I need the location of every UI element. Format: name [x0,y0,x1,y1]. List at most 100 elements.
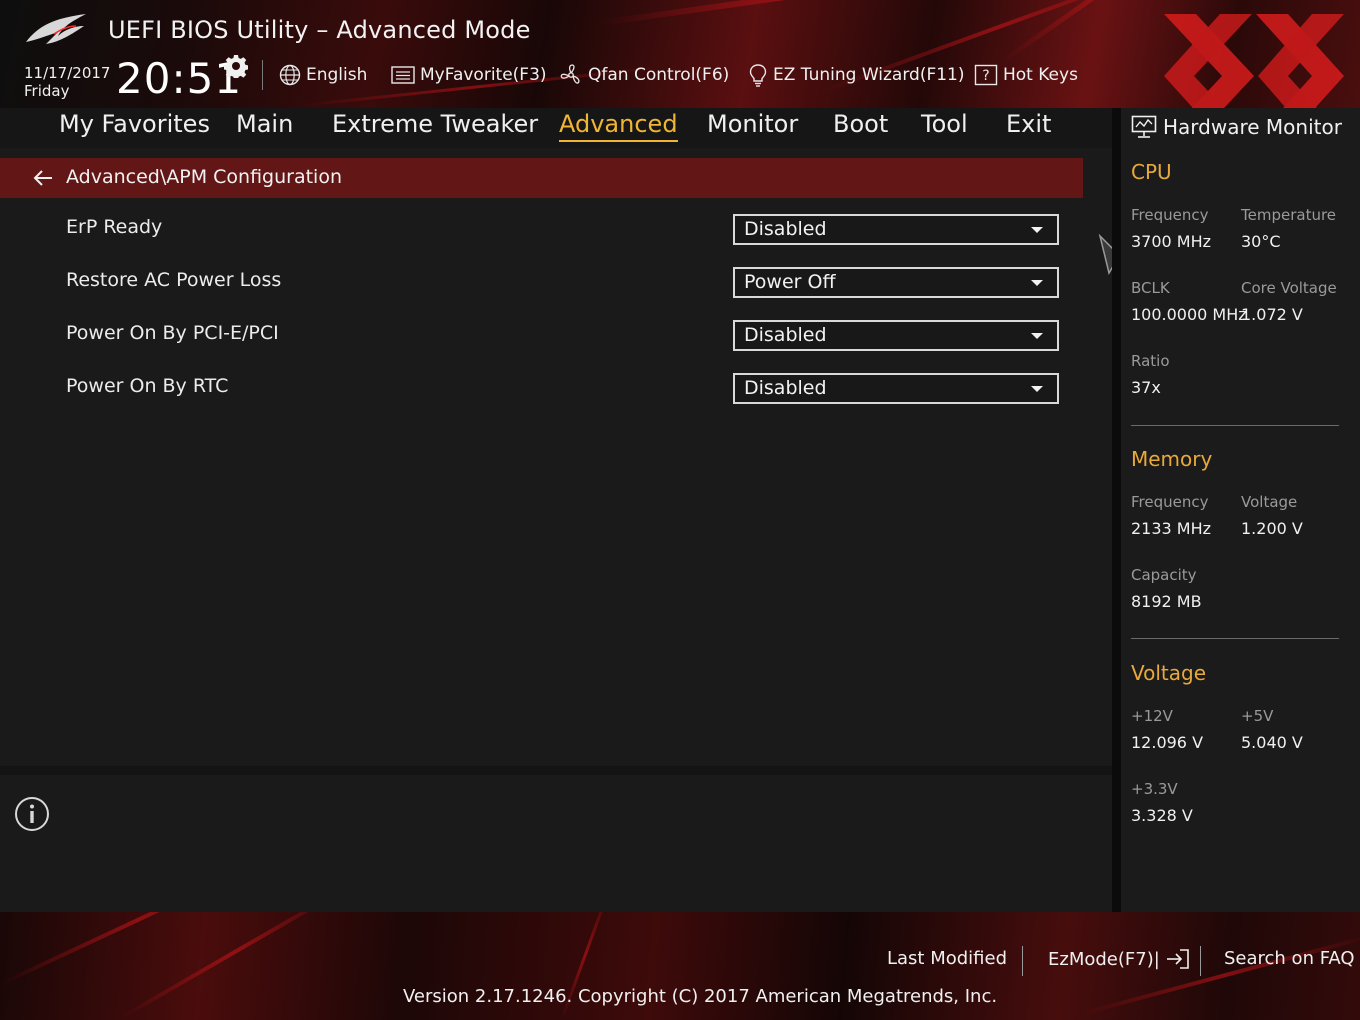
memory-frequency-value: 2133 MHz [1131,519,1212,538]
app-title: UEFI BIOS Utility – Advanced Mode [108,16,531,44]
voltage-5v-value: 5.040 V [1241,733,1303,752]
power-on-by-pcie-dropdown[interactable]: Disabled [733,320,1059,351]
tab-main[interactable]: Main [236,110,293,140]
lightbulb-icon [749,64,767,87]
top-header: UEFI BIOS Utility – Advanced Mode 11/17/… [0,0,1360,108]
ez-tuning-wizard-label: EZ Tuning Wizard(F11) [773,65,965,85]
cpu-core-voltage-label: Core Voltage [1241,279,1337,297]
tab-advanced[interactable]: Advanced [559,110,678,142]
cpu-bclk-value: 100.0000 MHz [1131,305,1247,324]
tab-my-favorites[interactable]: My Favorites [59,110,210,140]
tab-exit[interactable]: Exit [1006,110,1051,140]
hardware-monitor-title: Hardware Monitor [1163,115,1342,139]
cpu-bclk-label: BCLK [1131,279,1170,297]
favorite-list-icon [391,66,415,84]
myfavorite-button[interactable]: MyFavorite(F3) [391,62,547,88]
ezmode-button[interactable]: EzMode(F7)| [1048,948,1190,970]
breadcrumb[interactable]: Advanced\APM Configuration [0,158,1083,198]
help-info-panel [0,775,1112,912]
cpu-frequency-label: Frequency [1131,206,1209,224]
hot-keys-button[interactable]: ? Hot Keys [974,62,1078,88]
memory-heading: Memory [1131,447,1213,471]
voltage-5v-label: +5V [1241,707,1274,725]
header-separator [262,60,263,90]
setting-label-power-on-by-pcie: Power On By PCI-E/PCI [66,322,279,344]
memory-capacity-value: 8192 MB [1131,592,1202,611]
dropdown-caret-icon [1031,227,1043,233]
rog-logo [26,14,86,44]
memory-frequency-label: Frequency [1131,493,1209,511]
erp-ready-dropdown[interactable]: Disabled [733,214,1059,245]
settings-panel: Advanced\APM Configuration ErP Ready Dis… [0,148,1112,766]
day-display: Friday [24,82,70,100]
last-modified-button[interactable]: Last Modified [887,948,1007,969]
qfan-control-label: Qfan Control(F6) [588,65,730,85]
globe-icon [279,64,301,86]
footer-separator [1200,946,1201,976]
watermark-logo [1164,14,1344,108]
section-divider [1131,425,1339,426]
hardware-monitor-panel: Hardware Monitor CPU Frequency Temperatu… [1121,108,1360,912]
exit-icon [1166,949,1189,969]
ezmode-label: EzMode(F7)| [1048,948,1160,970]
dropdown-caret-icon [1031,333,1043,339]
cpu-temperature-label: Temperature [1241,206,1337,224]
dropdown-caret-icon [1031,386,1043,392]
info-icon [15,797,49,831]
language-label: English [306,65,368,85]
decor-streak [1080,934,1360,1016]
hot-keys-label: Hot Keys [1003,65,1078,85]
language-button[interactable]: English [279,62,367,88]
hardware-monitor-header: Hardware Monitor [1131,112,1342,142]
tab-extreme-tweaker[interactable]: Extreme Tweaker [332,110,538,140]
voltage-heading: Voltage [1131,661,1207,685]
voltage-3v3-label: +3.3V [1131,780,1178,798]
decor-streak [0,912,274,986]
tab-tool[interactable]: Tool [921,110,968,140]
voltage-3v3-value: 3.328 V [1131,806,1193,825]
voltage-12v-value: 12.096 V [1131,733,1204,752]
decor-streak [600,0,1017,26]
cpu-ratio-label: Ratio [1131,352,1170,370]
setting-label-erp-ready: ErP Ready [66,216,163,238]
panel-divider [1112,108,1121,912]
breadcrumb-path: Advanced\APM Configuration [66,166,342,188]
svg-text:?: ? [982,68,989,84]
section-divider [1131,638,1339,639]
dropdown-value: Disabled [744,218,827,240]
memory-voltage-value: 1.200 V [1241,519,1303,538]
setting-label-restore-ac-power-loss: Restore AC Power Loss [66,269,282,291]
decor-streak [120,912,348,1020]
setting-label-power-on-by-rtc: Power On By RTC [66,375,229,397]
monitor-icon [1131,115,1157,138]
fan-icon [560,64,580,84]
hotkeys-icon: ? [974,64,998,86]
memory-voltage-label: Voltage [1241,493,1298,511]
dropdown-value: Disabled [744,324,827,346]
ez-tuning-wizard-button[interactable]: EZ Tuning Wizard(F11) [748,62,965,88]
voltage-12v-label: +12V [1131,707,1173,725]
search-faq-button[interactable]: Search on FAQ [1224,948,1355,969]
memory-capacity-label: Capacity [1131,566,1197,584]
dropdown-value: Disabled [744,377,827,399]
cpu-ratio-value: 37x [1131,378,1161,397]
myfavorite-label: MyFavorite(F3) [420,65,547,85]
gear-icon[interactable] [224,54,248,78]
power-on-by-rtc-dropdown[interactable]: Disabled [733,373,1059,404]
footer-bar: Last Modified EzMode(F7)| Search on FAQ … [0,912,1360,1020]
tab-boot[interactable]: Boot [833,110,888,140]
tab-monitor[interactable]: Monitor [707,110,798,140]
main-menu-bar: My Favorites Main Extreme Tweaker Advanc… [0,108,1112,148]
back-arrow-icon[interactable] [32,168,54,188]
cpu-heading: CPU [1131,160,1172,184]
cpu-frequency-value: 3700 MHz [1131,232,1212,251]
dropdown-value: Power Off [744,271,836,293]
date-display: 11/17/2017 [24,64,111,82]
qfan-control-button[interactable]: Qfan Control(F6) [559,62,729,88]
version-text: Version 2.17.1246. Copyright (C) 2017 Am… [403,986,998,1007]
footer-separator [1022,946,1023,976]
dropdown-caret-icon [1031,280,1043,286]
restore-ac-power-loss-dropdown[interactable]: Power Off [733,267,1059,298]
cpu-core-voltage-value: 1.072 V [1241,305,1303,324]
cpu-temperature-value: 30°C [1241,232,1281,251]
